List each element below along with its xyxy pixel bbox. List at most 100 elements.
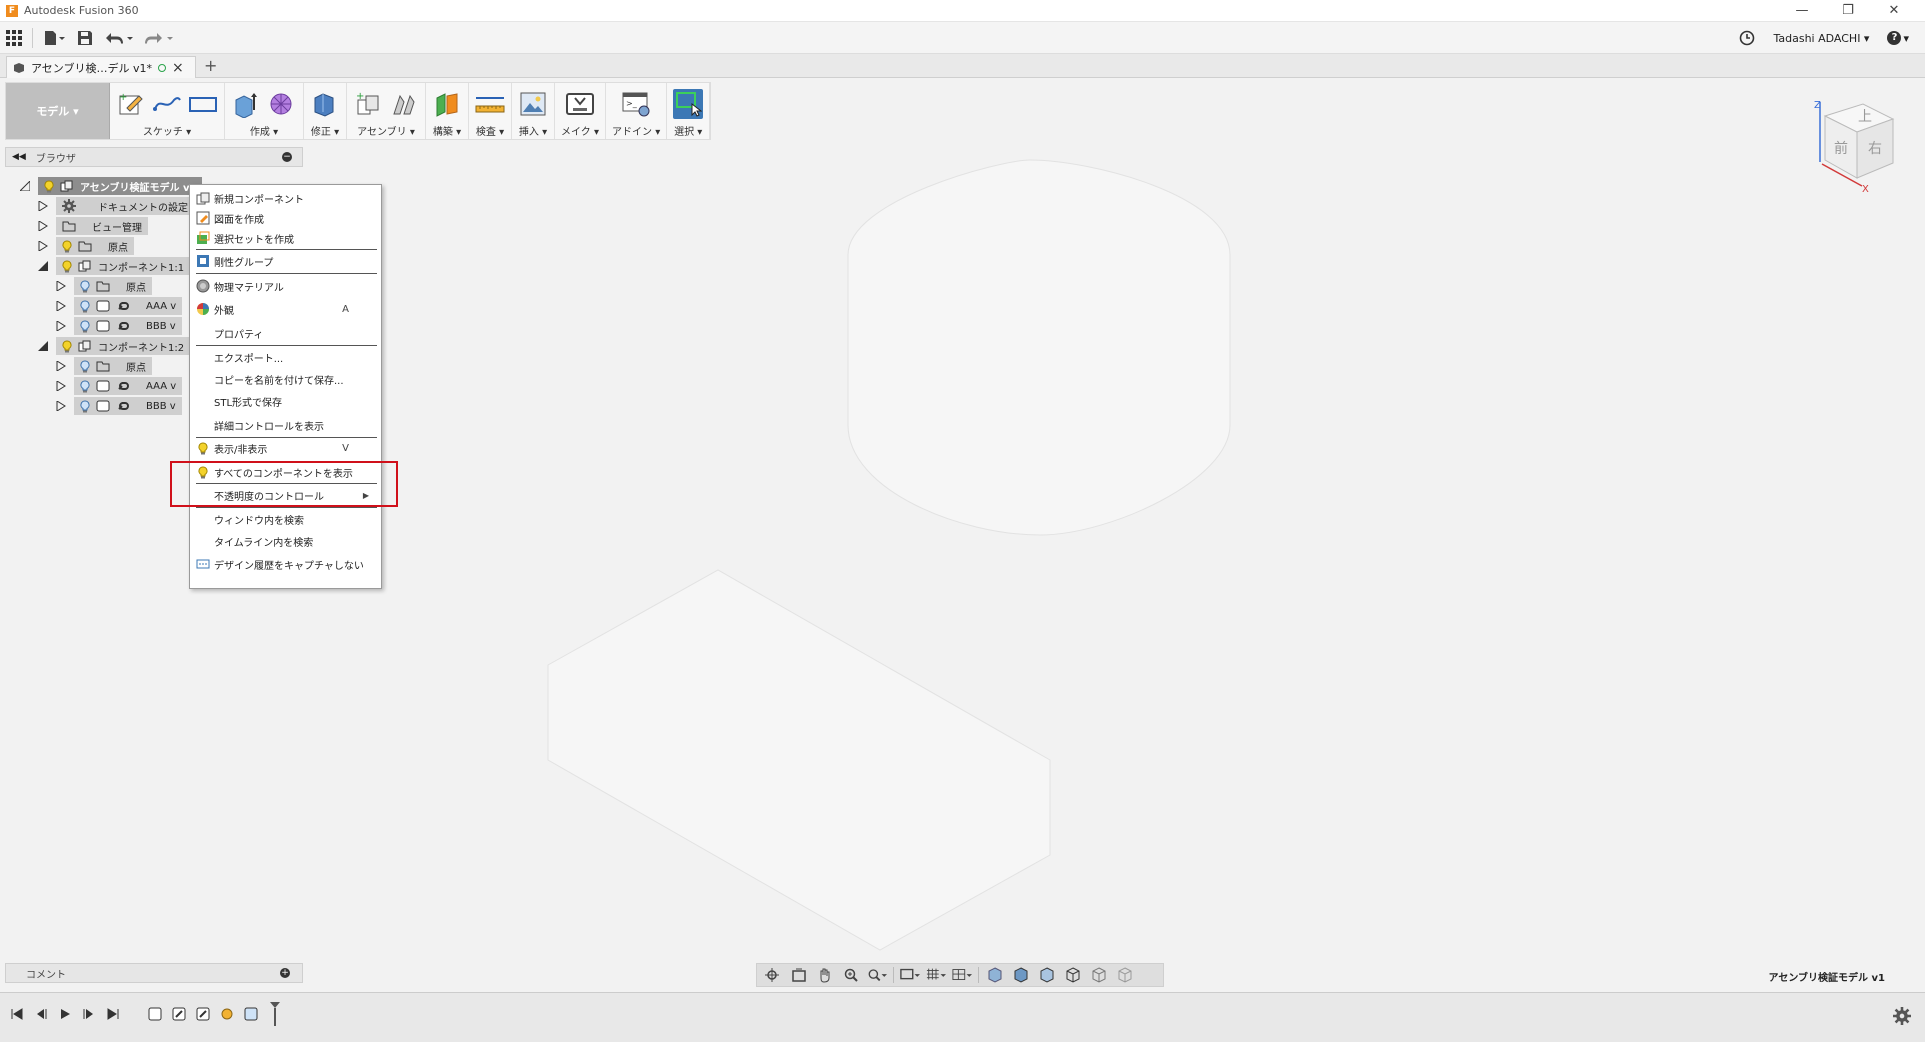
toolbar-group-addins[interactable]: >_ アドイン ▾: [606, 83, 668, 139]
joint-icon[interactable]: [389, 89, 419, 119]
step-forward-icon[interactable]: [82, 1007, 96, 1021]
redo-button[interactable]: [139, 24, 179, 52]
grid-settings-icon[interactable]: [926, 966, 946, 984]
orbit-icon[interactable]: [763, 966, 783, 984]
timeline-link-icon[interactable]: [170, 1005, 188, 1023]
timeline-link-icon[interactable]: [194, 1005, 212, 1023]
restore-button[interactable]: ❐: [1825, 0, 1871, 22]
select-icon[interactable]: [673, 89, 704, 119]
menu-item-find-in-window[interactable]: ウィンドウ内を検索: [194, 509, 377, 529]
bulb-icon: [198, 441, 208, 454]
menu-item-find-in-timeline[interactable]: タイムライン内を検索: [194, 531, 377, 551]
design-document-icon: [14, 62, 24, 73]
wireframe-hidden-cube-icon[interactable]: [1089, 966, 1109, 984]
hidden-edges-cube-icon[interactable]: [1037, 966, 1057, 984]
document-tab[interactable]: アセンブリ検…デル v1* ×: [6, 56, 196, 78]
extrude-icon[interactable]: [231, 89, 261, 119]
toolbar-group-insert[interactable]: 挿入 ▾: [512, 83, 555, 139]
viewcube-right-face[interactable]: 右: [1868, 141, 1882, 157]
menu-item-properties[interactable]: プロパティ: [194, 323, 377, 343]
workspace-switcher[interactable]: モデル ▾: [6, 83, 110, 139]
timeline-rigid-icon[interactable]: [242, 1005, 260, 1023]
menu-item-appearance[interactable]: 外観 A: [194, 299, 377, 319]
play-icon[interactable]: [58, 1007, 72, 1021]
display-settings-icon[interactable]: [900, 966, 920, 984]
drawing-icon: [196, 211, 210, 225]
addin-icon[interactable]: >_: [621, 89, 651, 119]
timeline-component-icon[interactable]: [146, 1005, 164, 1023]
form-icon[interactable]: [267, 89, 297, 119]
menu-item-save-as-stl[interactable]: STL形式で保存: [194, 391, 377, 411]
appearance-icon: [197, 303, 209, 315]
comment-panel-header[interactable]: コメント +: [5, 963, 303, 983]
insert-image-icon[interactable]: [518, 89, 548, 119]
save-button[interactable]: [71, 24, 99, 52]
toolbar-group-construct[interactable]: 構築 ▾: [426, 83, 469, 139]
timeline-settings-gear-icon[interactable]: [1893, 1007, 1911, 1025]
sketch-create-icon[interactable]: +: [116, 89, 146, 119]
menu-item-show-detail-control[interactable]: 詳細コントロールを表示: [194, 415, 377, 435]
spline-icon[interactable]: [152, 89, 182, 119]
menu-item-physical-material[interactable]: 物理マテリアル: [194, 276, 377, 296]
axis-x-label: X: [1862, 184, 1869, 195]
pan-hand-icon[interactable]: [815, 966, 835, 984]
undo-icon: [106, 32, 133, 43]
rectangle-icon[interactable]: [188, 89, 218, 119]
look-at-icon[interactable]: [789, 966, 809, 984]
zoom-icon[interactable]: [841, 966, 861, 984]
timeline-marker-icon[interactable]: [266, 1002, 284, 1026]
visible-edges-cube-icon[interactable]: [1115, 966, 1135, 984]
viewcube-top-face[interactable]: 上: [1858, 109, 1872, 125]
box-body[interactable]: [547, 569, 1051, 951]
menu-item-save-copy-as[interactable]: コピーを名前を付けて保存...: [194, 369, 377, 389]
toolbar-group-select[interactable]: 選択 ▾: [667, 83, 711, 139]
timeline-joint-icon[interactable]: [218, 1005, 236, 1023]
window-title: Autodesk Fusion 360: [24, 4, 139, 17]
make-icon[interactable]: [565, 89, 595, 119]
undo-button[interactable]: [99, 24, 139, 52]
toolbar-group-modify[interactable]: 修正 ▾: [304, 83, 347, 139]
viewports-icon[interactable]: [952, 966, 972, 984]
new-component-icon: [196, 192, 210, 205]
menu-item-create-selection-set[interactable]: 選択セットを作成: [194, 228, 377, 248]
toolbar-group-make[interactable]: メイク ▾: [555, 83, 607, 139]
minimize-button[interactable]: —: [1779, 0, 1825, 22]
add-comment-icon[interactable]: +: [280, 968, 290, 978]
divider: [32, 27, 33, 48]
shaded-edges-cube-icon[interactable]: [1011, 966, 1031, 984]
viewcube-front-face[interactable]: 前: [1834, 140, 1848, 157]
active-document-name: アセンブリ検証モデル v1: [1768, 973, 1885, 984]
toolbar-group-label: アセンブリ ▾: [357, 127, 415, 138]
go-to-start-icon[interactable]: [10, 1007, 24, 1021]
go-to-end-icon[interactable]: [106, 1007, 120, 1021]
menu-item-export[interactable]: エクスポート...: [194, 347, 377, 367]
toolbar-group-create[interactable]: 作成 ▾: [225, 83, 304, 139]
fit-zoom-icon[interactable]: [867, 966, 887, 984]
toolbar-group-assembly[interactable]: + アセンブリ ▾: [347, 83, 426, 139]
user-account-menu[interactable]: Tadashi ADACHI ▾: [1773, 32, 1869, 45]
new-tab-button[interactable]: +: [204, 56, 217, 75]
menu-item-do-not-capture-history[interactable]: デザイン履歴をキャプチャしない: [194, 554, 377, 574]
view-cube[interactable]: 上 前 右 Z X: [1810, 96, 1900, 199]
job-status-clock-icon[interactable]: [1739, 30, 1755, 46]
close-tab-button[interactable]: ×: [172, 60, 184, 76]
new-component-icon[interactable]: +: [353, 89, 383, 119]
menu-item-new-component[interactable]: 新規コンポーネント: [194, 188, 377, 208]
close-window-button[interactable]: ✕: [1871, 0, 1917, 22]
menu-item-create-drawing[interactable]: 図面を作成: [194, 208, 377, 228]
toolbar-group-sketch[interactable]: + スケッチ ▾: [110, 83, 225, 139]
menu-item-show-hide[interactable]: 表示/非表示 V: [194, 438, 377, 458]
shaded-cube-icon[interactable]: [985, 966, 1005, 984]
press-pull-icon[interactable]: [310, 89, 340, 119]
cylinder-body[interactable]: [847, 159, 1231, 536]
file-menu-button[interactable]: [37, 24, 71, 52]
measure-icon[interactable]: [475, 89, 505, 119]
toolbar-group-inspect[interactable]: 検査 ▾: [469, 83, 512, 139]
step-back-icon[interactable]: [34, 1007, 48, 1021]
menu-item-rigid-group[interactable]: 剛性グループ: [194, 251, 377, 271]
data-panel-button[interactable]: [0, 24, 28, 52]
saved-status-icon: [157, 63, 166, 72]
plane-icon[interactable]: [432, 89, 462, 119]
help-menu-button[interactable]: ? ▾: [1887, 31, 1909, 45]
wireframe-cube-icon[interactable]: [1063, 966, 1083, 984]
